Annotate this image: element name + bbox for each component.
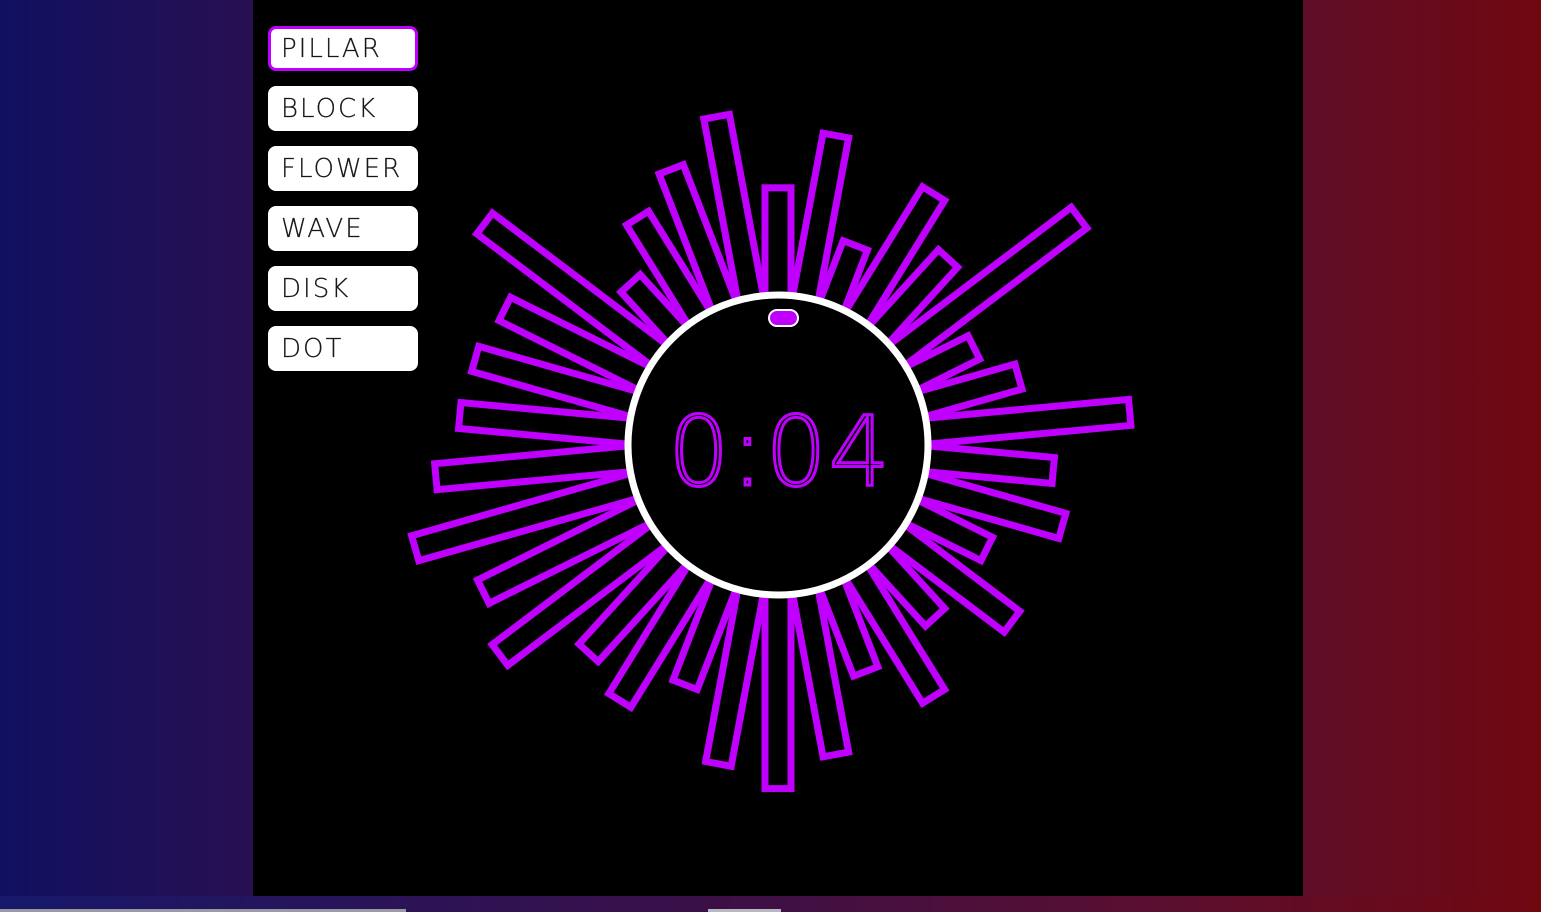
visualizer-bar bbox=[699, 110, 770, 316]
mode-button-pillar[interactable]: PILLAR bbox=[268, 26, 418, 71]
visualizer-bar bbox=[761, 184, 795, 311]
mode-button-label: WAVE bbox=[281, 213, 364, 244]
mode-button-block[interactable]: BLOCK bbox=[268, 86, 418, 131]
mode-button-label: PILLAR bbox=[281, 33, 382, 64]
progress-indicator bbox=[768, 309, 799, 327]
visualizer-stage: 0:04 PILLAR BLOCK FLOWER WAVE DISK DOT bbox=[253, 0, 1303, 896]
visualizer-bar bbox=[430, 440, 646, 494]
visualizer-bar bbox=[875, 202, 1092, 378]
visualizer-bar bbox=[701, 574, 770, 771]
mode-button-label: FLOWER bbox=[281, 153, 403, 184]
elapsed-time: 0:04 bbox=[668, 396, 892, 508]
mode-button-label: DOT bbox=[281, 333, 344, 364]
mode-button-flower[interactable]: FLOWER bbox=[268, 146, 418, 191]
visualizer-bar bbox=[471, 208, 681, 378]
mode-button-label: BLOCK bbox=[281, 93, 378, 124]
visualizer-bar bbox=[761, 579, 795, 793]
mode-button-label: DISK bbox=[281, 273, 351, 304]
mode-button-dot[interactable]: DOT bbox=[268, 326, 418, 371]
visualizer-bar bbox=[910, 395, 1135, 450]
mode-button-wave[interactable]: WAVE bbox=[268, 206, 418, 251]
visualizer-mode-menu: PILLAR BLOCK FLOWER WAVE DISK DOT bbox=[268, 26, 418, 386]
mode-button-disk[interactable]: DISK bbox=[268, 266, 418, 311]
visualizer-bar bbox=[786, 129, 853, 316]
visualizer-bar bbox=[786, 574, 853, 761]
